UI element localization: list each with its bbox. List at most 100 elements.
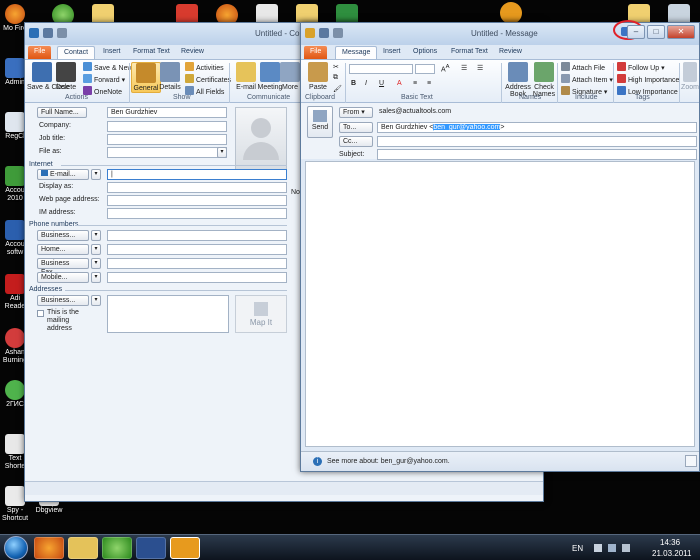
job-title-input[interactable] <box>107 134 227 145</box>
align-left-icon[interactable]: ≡ <box>413 80 417 87</box>
tab-insert[interactable]: Insert <box>377 46 407 59</box>
taskbar-firefox-icon[interactable] <box>34 537 64 559</box>
cc-input[interactable] <box>377 136 697 147</box>
tab-format-text[interactable]: Format Text <box>445 46 494 59</box>
im-address-input[interactable] <box>107 208 287 219</box>
home-phone-input[interactable] <box>107 244 287 255</box>
business-fax-input[interactable] <box>107 258 287 269</box>
tray-volume-icon[interactable] <box>622 544 630 552</box>
save-icon[interactable] <box>43 28 53 38</box>
font-name-select[interactable] <box>349 64 413 74</box>
company-input[interactable] <box>107 121 227 132</box>
check-names-button[interactable]: Check Names <box>529 62 559 98</box>
mobile-phone-dropdown-icon[interactable]: ▾ <box>91 272 101 283</box>
clock-date[interactable]: 21.03.2011 <box>652 549 691 558</box>
minimize-button[interactable]: – <box>627 25 645 39</box>
bullets-icon[interactable]: ☰ <box>461 64 467 72</box>
tab-options[interactable]: Options <box>407 46 443 59</box>
send-button[interactable]: Send <box>307 106 333 138</box>
zoom-button[interactable]: Zoom <box>681 62 699 91</box>
font-size-select[interactable] <box>415 64 435 74</box>
tab-contact[interactable]: Contact <box>57 46 96 59</box>
language-indicator[interactable]: EN <box>572 544 583 553</box>
web-page-input[interactable] <box>107 195 287 206</box>
taskbar-icq-icon[interactable] <box>102 537 132 559</box>
display-as-input[interactable] <box>107 182 287 193</box>
font-color-button[interactable]: A <box>397 80 402 87</box>
email-input[interactable]: | <box>107 169 287 180</box>
full-name-input[interactable]: Ben Gurdzhiev <box>107 107 227 118</box>
tab-message[interactable]: Message <box>335 46 378 59</box>
tab-file[interactable]: File <box>28 46 52 59</box>
address-dropdown-icon[interactable]: ▾ <box>91 295 101 306</box>
underline-button[interactable]: U <box>379 80 384 87</box>
file-as-select[interactable] <box>107 147 227 158</box>
start-button[interactable] <box>4 536 28 560</box>
taskbar-explorer-icon[interactable] <box>68 537 98 559</box>
tray-flag-icon[interactable] <box>594 544 602 552</box>
message-body[interactable] <box>305 161 695 447</box>
high-importance-button[interactable]: High Importance <box>617 74 679 84</box>
home-phone-button[interactable]: Home... <box>37 244 89 255</box>
cut-icon[interactable]: ✂ <box>333 63 339 71</box>
tab-review[interactable]: Review <box>493 46 528 59</box>
address-textarea[interactable] <box>107 295 229 333</box>
italic-button[interactable]: I <box>365 80 367 87</box>
cc-button[interactable]: Cc... <box>339 136 373 147</box>
forward-button[interactable]: Forward ▾ <box>83 74 125 84</box>
bold-button[interactable]: B <box>351 80 356 87</box>
undo-icon[interactable] <box>333 28 343 38</box>
home-phone-dropdown-icon[interactable]: ▾ <box>91 244 101 255</box>
align-center-icon[interactable]: ≡ <box>427 80 431 87</box>
details-button[interactable]: Details <box>155 62 185 91</box>
business-fax-dropdown-icon[interactable]: ▾ <box>91 258 101 269</box>
tab-review[interactable]: Review <box>175 46 210 59</box>
full-name-button[interactable]: Full Name... <box>37 107 87 118</box>
tab-file[interactable]: File <box>304 46 328 59</box>
onenote-button[interactable]: OneNote <box>83 86 122 96</box>
mobile-phone-input[interactable] <box>107 272 287 283</box>
certificates-button[interactable]: Certificates <box>185 74 231 84</box>
delete-button[interactable]: Delete <box>51 62 81 91</box>
more-button[interactable]: More <box>279 62 301 91</box>
maximize-button[interactable]: □ <box>647 25 665 39</box>
mobile-phone-button[interactable]: Mobile... <box>37 272 89 283</box>
attach-item-button[interactable]: Attach Item ▾ <box>561 74 613 84</box>
business-phone-input[interactable] <box>107 230 287 241</box>
taskbar-app-icon[interactable] <box>136 537 166 559</box>
outlook-icon[interactable] <box>500 2 522 24</box>
to-button[interactable]: To... <box>339 122 373 133</box>
subject-input[interactable] <box>377 149 697 160</box>
business-phone-button[interactable]: Business... <box>37 230 89 241</box>
business-fax-button[interactable]: Business Fax... <box>37 258 89 276</box>
save-icon[interactable] <box>319 28 329 38</box>
tab-format-text[interactable]: Format Text <box>127 46 176 59</box>
format-painter-icon[interactable]: 🖌 <box>333 85 342 93</box>
attach-file-button[interactable]: Attach File <box>561 62 605 72</box>
mailing-address-checkbox[interactable] <box>37 310 44 317</box>
close-button[interactable]: ✕ <box>667 25 695 39</box>
horizontal-scrollbar[interactable] <box>25 481 543 495</box>
map-it-button[interactable]: Map It <box>235 295 287 333</box>
divider <box>61 165 287 166</box>
numbering-icon[interactable]: ☰ <box>477 64 483 72</box>
file-as-dropdown-icon[interactable]: ▾ <box>217 147 227 158</box>
grow-font-button[interactable]: AA <box>441 64 450 73</box>
undo-icon[interactable] <box>57 28 67 38</box>
address-business-button[interactable]: Business... <box>37 295 89 306</box>
paste-button[interactable]: Paste <box>303 62 333 91</box>
copy-icon[interactable]: ⧉ <box>333 74 338 82</box>
email-dropdown-icon[interactable]: ▾ <box>91 169 101 180</box>
tab-insert[interactable]: Insert <box>97 46 127 59</box>
taskbar-outlook-icon[interactable] <box>170 537 200 559</box>
tray-network-icon[interactable] <box>608 544 616 552</box>
expand-people-pane-button[interactable] <box>685 455 697 467</box>
activities-button[interactable]: Activities <box>185 62 224 72</box>
email-field-button[interactable]: E-mail... <box>37 169 89 180</box>
to-input[interactable]: Ben Gurdzhiev <ben_gur@yahoo.com> <box>377 122 697 133</box>
clock-time[interactable]: 14:36 <box>660 538 680 547</box>
from-button[interactable]: From ▾ <box>339 107 373 118</box>
contact-photo[interactable] <box>235 107 287 171</box>
follow-up-button[interactable]: Follow Up ▾ <box>617 62 665 72</box>
business-phone-dropdown-icon[interactable]: ▾ <box>91 230 101 241</box>
